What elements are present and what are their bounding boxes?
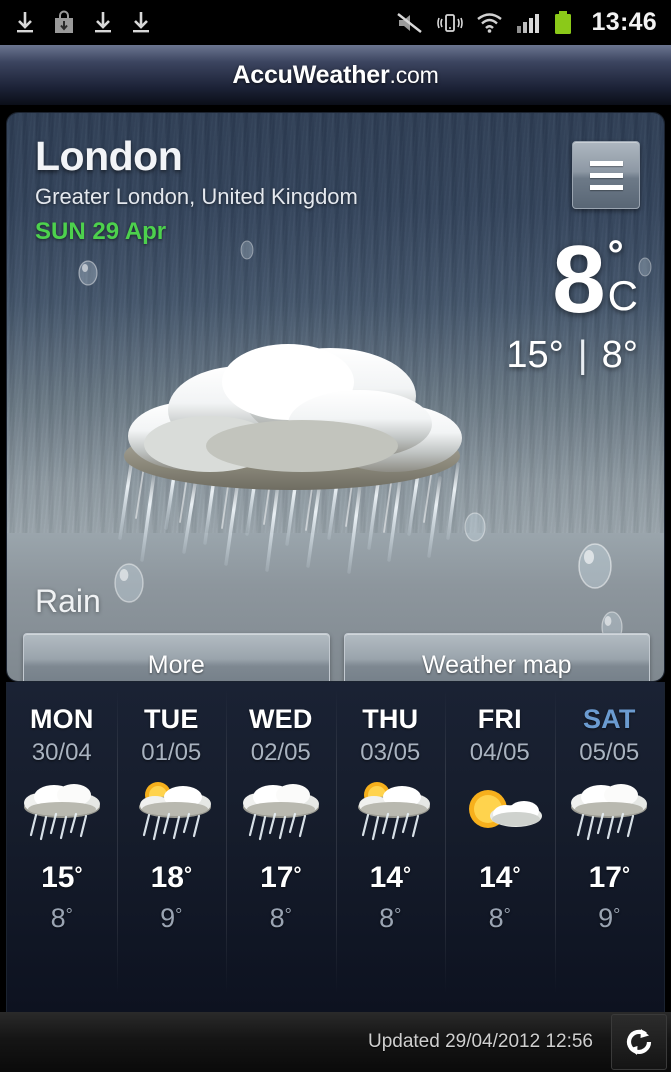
forecast-day-date: 03/05 [360,739,420,767]
current-temperature-value: 8 [552,241,605,320]
refresh-button[interactable] [611,1014,667,1070]
app-brand-tld: .com [390,62,439,88]
forecast-low: 8° [270,903,292,934]
refresh-icon [622,1025,656,1059]
forecast-weather-icon [16,781,108,843]
temperature-unit: C [608,275,638,317]
current-date: SUN 29 Apr [35,218,358,246]
vibrate-icon [437,11,463,35]
forecast-day-column[interactable]: THU 03/05 14° 8° [336,682,446,1012]
action-button-row: More Weather map [23,633,650,682]
forecast-low: 9° [598,903,620,934]
partly-sunny-icon [454,781,546,843]
forecast-weather-icon [235,781,327,843]
weekly-forecast-strip: MON 30/04 15° 8° [6,682,665,1012]
forecast-day-column[interactable]: MON 30/04 15° 8° [7,682,117,1012]
forecast-weather-icon [125,781,217,843]
forecast-day-name: THU [362,704,418,735]
region-name: Greater London, United Kingdom [35,184,358,210]
today-high: 15° [506,334,563,377]
forecast-day-name: WED [249,704,313,735]
app-title-bar: AccuWeather.com [0,45,671,105]
download-icon [130,10,152,36]
forecast-weather-icon [454,781,546,843]
forecast-day-column[interactable]: SAT 05/05 17° 9° [555,682,665,1012]
menu-button[interactable] [572,141,640,209]
sun-rain-icon [125,781,217,843]
mute-icon [396,11,424,35]
menu-icon-bar [590,185,623,190]
forecast-high: 17° [589,861,630,895]
last-updated-text: Updated 29/04/2012 12:56 [368,1031,593,1053]
download-icon [92,10,114,36]
forecast-day-name: SAT [583,704,636,735]
forecast-high: 18° [151,861,192,895]
forecast-high: 14° [370,861,411,895]
menu-icon-bar [590,161,623,166]
weather-map-button[interactable]: Weather map [344,633,651,682]
wifi-icon [476,12,503,34]
forecast-day-column[interactable]: TUE 01/05 18° 9° [117,682,227,1012]
status-bar-clock: 13:46 [592,8,657,37]
forecast-low: 8° [379,903,401,934]
forecast-day-date: 30/04 [32,739,92,767]
temperature-block: 8 ° C 15° | 8° [506,241,638,377]
forecast-day-name: FRI [478,704,522,735]
forecast-day-date: 04/05 [470,739,530,767]
forecast-weather-icon [344,781,436,843]
forecast-day-name: MON [30,704,94,735]
sun-rain-icon [344,781,436,843]
more-button[interactable]: More [23,633,330,682]
download-icon [14,10,36,36]
forecast-high: 14° [479,861,520,895]
battery-icon [553,10,573,36]
footer-bar: Updated 29/04/2012 12:56 [0,1012,671,1072]
location-block: London Greater London, United Kingdom SU… [35,135,358,246]
forecast-weather-icon [563,781,655,843]
page-title: AccuWeather.com [232,61,438,90]
forecast-day-date: 05/05 [579,739,639,767]
rain-icon [563,781,655,843]
rain-cloud-icon [92,338,492,628]
forecast-day-date: 01/05 [141,739,201,767]
status-bar-notifications [14,10,152,36]
today-low: 8° [602,334,638,377]
degree-symbol: ° [608,241,624,269]
forecast-low: 8° [489,903,511,934]
forecast-day-name: TUE [144,704,199,735]
rain-icon [235,781,327,843]
forecast-low: 9° [160,903,182,934]
high-low-row: 15° | 8° [506,334,638,377]
city-name: London [35,135,358,178]
system-status-bar: 13:46 [0,0,671,45]
temperature-unit-wrap: ° C [608,241,638,317]
forecast-day-column[interactable]: FRI 04/05 14° 8° [445,682,555,1012]
high-low-separator: | [578,334,588,377]
signal-icon [516,12,540,34]
forecast-day-date: 02/05 [251,739,311,767]
forecast-low: 8° [51,903,73,934]
rain-icon [16,781,108,843]
status-bar-system-icons: 13:46 [396,8,657,37]
current-temperature-row: 8 ° C [506,241,638,320]
play-store-download-icon [52,10,76,36]
current-weather-card[interactable]: London Greater London, United Kingdom SU… [6,112,665,682]
forecast-high: 15° [41,861,82,895]
condition-label: Rain [35,583,101,620]
menu-icon-bar [590,173,623,178]
forecast-day-column[interactable]: WED 02/05 17° 8° [226,682,336,1012]
app-brand-name: AccuWeather [232,61,389,89]
forecast-high: 17° [260,861,301,895]
